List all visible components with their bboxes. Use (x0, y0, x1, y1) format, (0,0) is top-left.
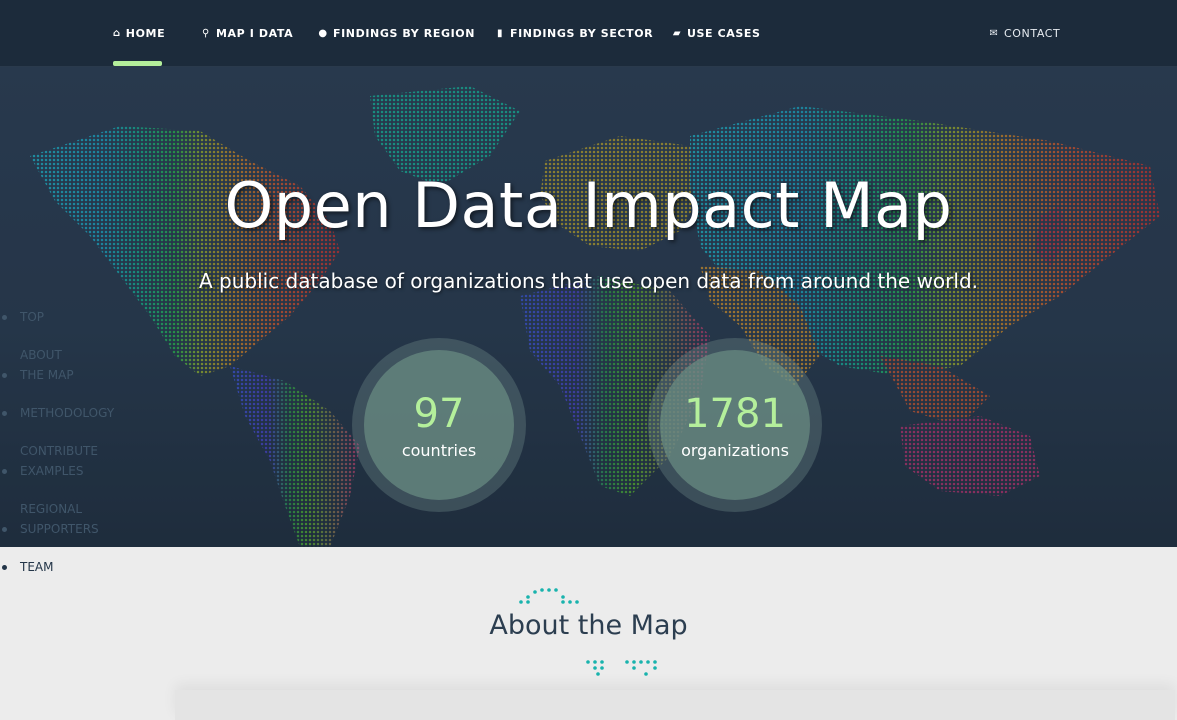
nav-map-data[interactable]: ⚲ MAP I DATA (201, 0, 293, 66)
side-nav-about-the-map[interactable]: ABOUT THE MAP (0, 345, 160, 385)
side-nav-team[interactable]: TEAM (0, 557, 160, 577)
nav-findings-by-sector[interactable]: ▮ FINDINGS BY SECTOR (495, 0, 653, 66)
stat-organizations: 1781 organizations (648, 338, 822, 512)
stat-organizations-inner: 1781 organizations (660, 350, 810, 500)
content-card-edge (175, 690, 1175, 720)
stat-organizations-value: 1781 (684, 390, 786, 437)
bookmark-icon: ▮ (496, 27, 504, 39)
side-nav-dot (2, 315, 7, 320)
stat-organizations-label: organizations (681, 440, 789, 460)
dots-decoration-top (519, 588, 579, 604)
nav-use-cases[interactable]: ▰ USE CASES (672, 0, 761, 66)
nav-contact-label: CONTACT (1004, 26, 1061, 40)
nav-findings-by-sector-label: FINDINGS BY SECTOR (510, 26, 654, 40)
hero-title: Open Data Impact Map (224, 169, 953, 242)
side-nav-dot (2, 469, 7, 474)
globe-icon: ● (318, 27, 328, 39)
side-nav-regional-label-line2: SUPPORTERS (20, 522, 99, 536)
side-nav-methodology-label: METHODOLOGY (20, 406, 115, 420)
stat-countries: 97 countries (352, 338, 526, 512)
stat-countries-label: countries (401, 440, 477, 460)
side-nav-regional-supporters[interactable]: REGIONAL SUPPORTERS (0, 499, 160, 539)
side-nav-dot (2, 411, 7, 416)
nav-home[interactable]: ⌂ HOME (113, 0, 166, 66)
nav-map-data-label: MAP I DATA (216, 26, 294, 40)
side-nav-top-label: TOP (20, 310, 45, 324)
map-marker-icon: ⚲ (202, 27, 210, 39)
nav-home-label: HOME (125, 26, 166, 40)
home-icon: ⌂ (113, 27, 121, 39)
side-nav-contribute-label-line2: EXAMPLES (20, 464, 84, 478)
side-nav-contribute-label-line1: CONTRIBUTE (20, 444, 98, 458)
side-nav-methodology[interactable]: METHODOLOGY (0, 403, 160, 423)
world-map-background (0, 66, 1177, 547)
side-nav-dot (2, 527, 7, 532)
about-section-title: About the Map (489, 610, 688, 641)
dots-decoration-bottom (586, 660, 657, 676)
nav-use-cases-label: USE CASES (687, 26, 761, 40)
envelope-icon: ✉ (989, 27, 999, 39)
side-nav-about-label-line2: THE MAP (20, 368, 74, 382)
nav-contact[interactable]: ✉ CONTACT (989, 0, 1060, 66)
stat-countries-inner: 97 countries (364, 350, 514, 500)
side-nav-about-label-line1: ABOUT (20, 348, 62, 362)
book-icon: ▰ (672, 27, 682, 39)
side-nav-dot (2, 373, 7, 378)
nav-findings-by-region[interactable]: ● FINDINGS BY REGION (318, 0, 475, 66)
top-navbar: ⌂ HOME ⚲ MAP I DATA ● FINDINGS BY REGION… (0, 0, 1177, 67)
side-nav-dot (2, 565, 7, 570)
side-nav-contribute-examples[interactable]: CONTRIBUTE EXAMPLES (0, 441, 160, 481)
side-nav-regional-label-line1: REGIONAL (20, 502, 83, 516)
side-nav-top[interactable]: TOP (0, 307, 160, 327)
hero-section: Open Data Impact Map A public database o… (0, 66, 1177, 547)
stat-countries-value: 97 (413, 390, 465, 437)
hero-subtitle: A public database of organizations that … (198, 269, 978, 293)
side-nav-team-label: TEAM (20, 560, 54, 574)
nav-findings-by-region-label: FINDINGS BY REGION (333, 26, 476, 40)
